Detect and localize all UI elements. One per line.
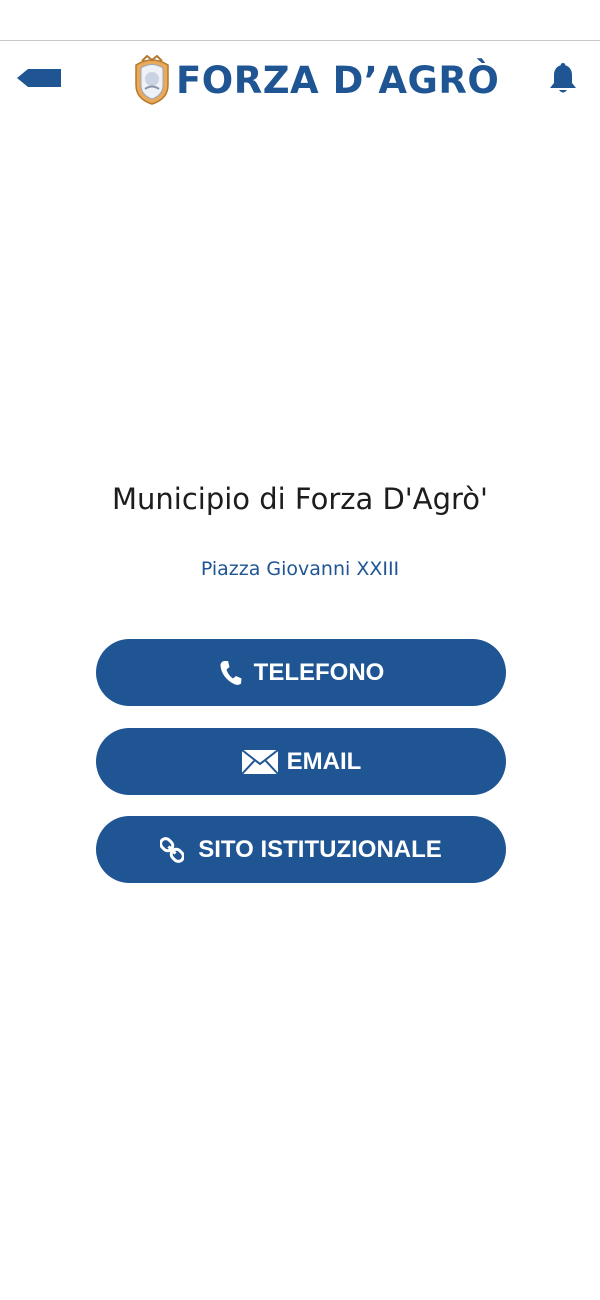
notifications-button[interactable] [546, 59, 580, 97]
website-button-label: SITO ISTITUZIONALE [198, 835, 442, 863]
bell-icon [550, 63, 576, 93]
place-address: Piazza Giovanni XXIII [200, 558, 400, 580]
phone-button[interactable]: TELEFONO [96, 639, 506, 706]
crest-logo [135, 55, 169, 105]
app-title: FORZA D’AGRÒ [176, 58, 500, 102]
email-button[interactable]: EMAIL [96, 728, 506, 795]
email-button-label: EMAIL [286, 747, 362, 775]
back-button[interactable] [14, 63, 64, 93]
back-arrow-icon [17, 69, 61, 87]
link-icon [160, 836, 185, 864]
place-name: Municipio di Forza D'Agrò' [111, 482, 489, 516]
brand: FORZA D’AGRÒ [130, 53, 499, 107]
phone-button-label: TELEFONO [253, 658, 385, 686]
envelope-icon [240, 748, 279, 775]
website-button[interactable]: SITO ISTITUZIONALE [96, 816, 506, 883]
phone-icon [218, 660, 242, 686]
app-header: FORZA D’AGRÒ [0, 41, 600, 119]
